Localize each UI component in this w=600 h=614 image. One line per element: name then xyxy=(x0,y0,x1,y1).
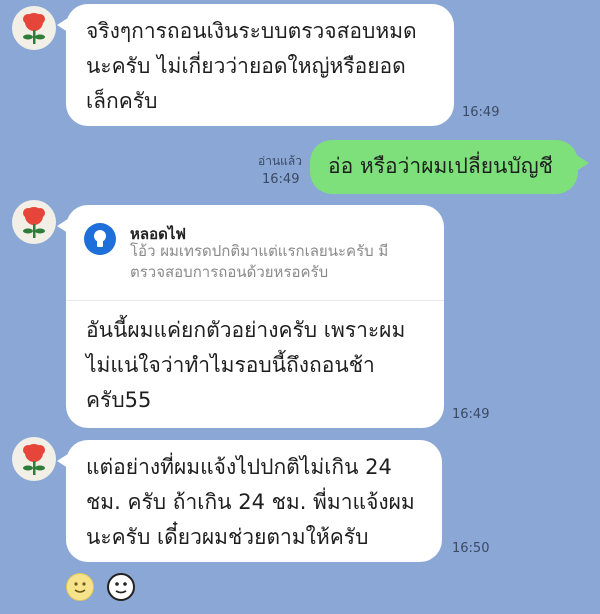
message-text: อันนี้ผมแค่ยกตัวอย่างครับ เพราะผม ไม่แน่… xyxy=(86,318,406,412)
message-text: อ่อ หรือว่าผมเปลี่ยนบัญชี xyxy=(328,154,553,178)
contact-avatar[interactable] xyxy=(12,6,56,50)
sticker-icon[interactable] xyxy=(106,572,136,602)
red-flower-icon xyxy=(23,207,45,238)
message-time: 16:50 xyxy=(452,541,490,556)
quoted-text: โอ้ว ผมเทรดปกติมาแต่แรกเลยนะครับ มี ตรวจ… xyxy=(130,242,389,281)
message-bubble-incoming[interactable]: จริงๆการถอนเงินระบบตรวจสอบหมด นะครับ ไม่… xyxy=(57,4,454,126)
read-receipt: อ่านแล้ว xyxy=(258,154,302,168)
message-time: 16:49 xyxy=(452,407,490,422)
red-flower-icon xyxy=(23,13,45,44)
message-bubble-outgoing[interactable]: อ่อ หรือว่าผมเปลี่ยนบัญชี xyxy=(310,140,589,194)
message-time: 16:49 xyxy=(462,105,500,120)
message-bubble-reply[interactable]: หลอดไฟ โอ้ว ผมเทรดปกติมาแต่แรกเลยนะครับ … xyxy=(57,205,444,428)
contact-avatar[interactable] xyxy=(12,200,56,244)
contact-avatar[interactable] xyxy=(12,437,56,481)
message-bubble-incoming[interactable]: แต่อย่างที่ผมแจ้งไปปกติไม่เกิน 24 ชม. คร… xyxy=(57,440,442,562)
red-flower-icon xyxy=(23,444,45,475)
message-text: จริงๆการถอนเงินระบบตรวจสอบหมด นะครับ ไม่… xyxy=(86,19,417,113)
lightbulb-icon xyxy=(84,223,116,255)
smiley-icon[interactable] xyxy=(66,573,94,601)
message-time: 16:49 xyxy=(262,172,300,187)
quoted-message[interactable]: หลอดไฟ โอ้ว ผมเทรดปกติมาแต่แรกเลยนะครับ … xyxy=(66,205,444,301)
message-text: แต่อย่างที่ผมแจ้งไปปกติไม่เกิน 24 ชม. คร… xyxy=(86,455,415,549)
